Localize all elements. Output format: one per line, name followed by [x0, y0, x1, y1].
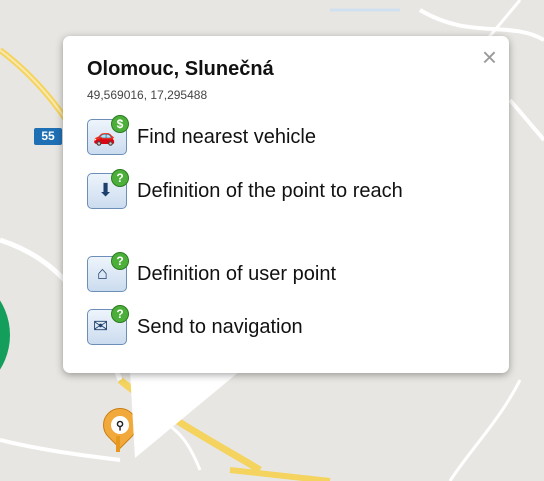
define-user-point-label: Definition of user point — [137, 263, 337, 285]
find-nearest-vehicle-button[interactable]: 🚗 $ Find nearest vehicle — [87, 115, 316, 155]
house-icon: ⌂? — [87, 252, 129, 292]
road-number-badge: 55 — [34, 128, 62, 145]
search-marker-icon: ⚲ — [111, 416, 129, 434]
popup-coordinates: 49,569016, 17,295488 — [87, 88, 208, 102]
send-to-navigation-button[interactable]: ✉? Send to navigation — [87, 305, 303, 345]
popup-title: Olomouc, Slunečná — [87, 58, 274, 80]
define-point-to-reach-label[interactable]: Definition of the point to reach — [87, 179, 447, 203]
marker-tail — [116, 436, 120, 452]
close-icon[interactable]: × — [482, 44, 497, 70]
define-user-point-button[interactable]: ⌂? Definition of user point — [87, 252, 337, 292]
car-search-icon: 🚗 $ — [87, 115, 129, 155]
car-mail-icon: ✉? — [87, 305, 129, 345]
location-popup: × Olomouc, Slunečná 49,569016, 17,295488… — [63, 36, 509, 373]
find-nearest-vehicle-label: Find nearest vehicle — [137, 126, 316, 148]
road-badge-secondary — [152, 404, 172, 420]
send-to-navigation-label: Send to navigation — [137, 316, 303, 338]
